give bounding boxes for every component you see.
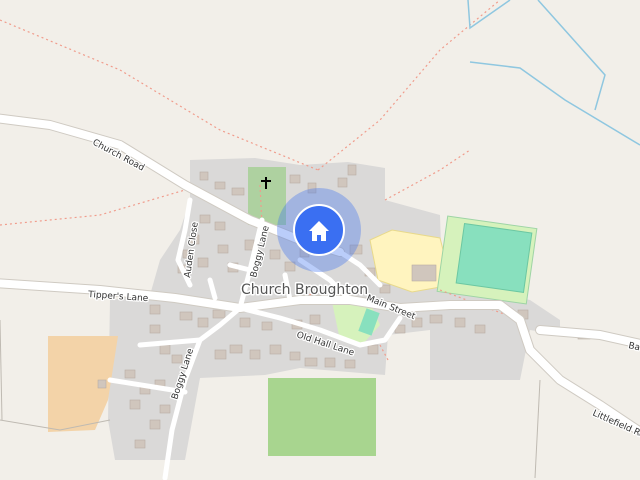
home-location-marker[interactable]: [277, 188, 361, 272]
place-label: Church Broughton: [241, 282, 368, 298]
pitch-area: [455, 222, 533, 294]
map-canvas[interactable]: Church Road Tipper's Lane Auden Close Bo…: [0, 0, 640, 480]
map-layer: Church Road Tipper's Lane Auden Close Bo…: [0, 0, 640, 480]
farmland-area: [268, 378, 376, 456]
